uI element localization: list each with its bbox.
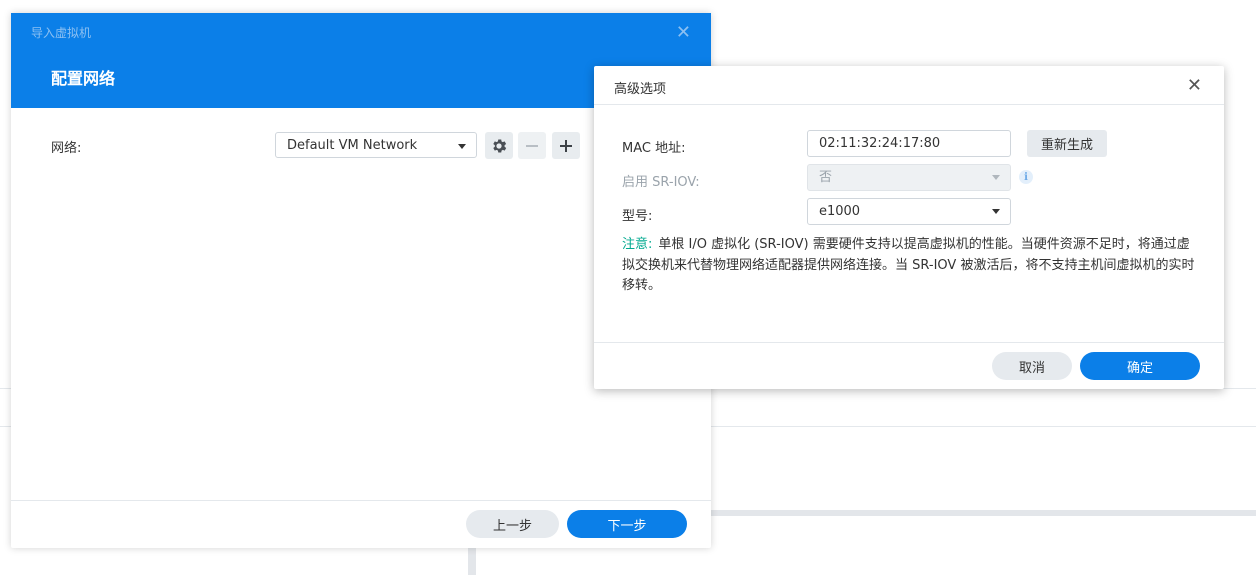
footer-divider	[11, 500, 711, 501]
network-label: 网络:	[51, 141, 82, 156]
background-scrollbar	[700, 510, 1256, 516]
info-icon[interactable]: i	[1019, 170, 1033, 184]
plus-icon	[560, 139, 572, 152]
network-settings-button[interactable]	[485, 132, 513, 159]
sriov-select-value: 否	[819, 170, 833, 185]
add-network-button[interactable]	[552, 132, 580, 159]
sriov-note: 注意: 单根 I/O 虚拟化 (SR-IOV) 需要硬件支持以提高虚拟机的性能。当…	[622, 235, 1202, 297]
minus-icon	[526, 144, 538, 147]
gear-icon	[493, 138, 507, 153]
model-label: 型号:	[622, 209, 653, 224]
page-title: 配置网络	[51, 69, 116, 88]
note-text: 单根 I/O 虚拟化 (SR-IOV) 需要硬件支持以提高虚拟机的性能。当硬件资…	[622, 237, 1195, 293]
background-scrollbar	[468, 546, 476, 575]
previous-button[interactable]: 上一步	[466, 510, 559, 538]
close-icon[interactable]: ✕	[676, 22, 691, 43]
model-select-value: e1000	[819, 204, 861, 219]
dialog-title: 高级选项	[614, 82, 667, 97]
regenerate-button[interactable]: 重新生成	[1027, 130, 1107, 157]
chevron-down-icon	[992, 175, 1000, 180]
header-divider	[594, 104, 1224, 105]
mac-address-field[interactable]: 02:11:32:24:17:80	[807, 130, 1011, 157]
window-title: 导入虚拟机	[31, 26, 92, 40]
footer-divider	[594, 342, 1224, 343]
model-select[interactable]: e1000	[807, 198, 1011, 225]
network-select[interactable]: Default VM Network	[275, 132, 477, 158]
chevron-down-icon	[458, 144, 466, 149]
sriov-label: 启用 SR-IOV:	[622, 175, 700, 190]
remove-network-button[interactable]	[518, 132, 546, 159]
advanced-options-dialog: 高级选项 ✕ MAC 地址: 02:11:32:24:17:80 重新生成 启用…	[594, 66, 1224, 389]
cancel-button[interactable]: 取消	[992, 352, 1072, 380]
ok-button[interactable]: 确定	[1080, 352, 1200, 380]
next-button[interactable]: 下一步	[567, 510, 687, 538]
close-icon[interactable]: ✕	[1187, 75, 1202, 96]
chevron-down-icon	[992, 209, 1000, 214]
mac-address-label: MAC 地址:	[622, 141, 686, 156]
note-label: 注意:	[622, 237, 653, 252]
sriov-select: 否	[807, 164, 1011, 191]
network-select-value: Default VM Network	[287, 138, 418, 153]
